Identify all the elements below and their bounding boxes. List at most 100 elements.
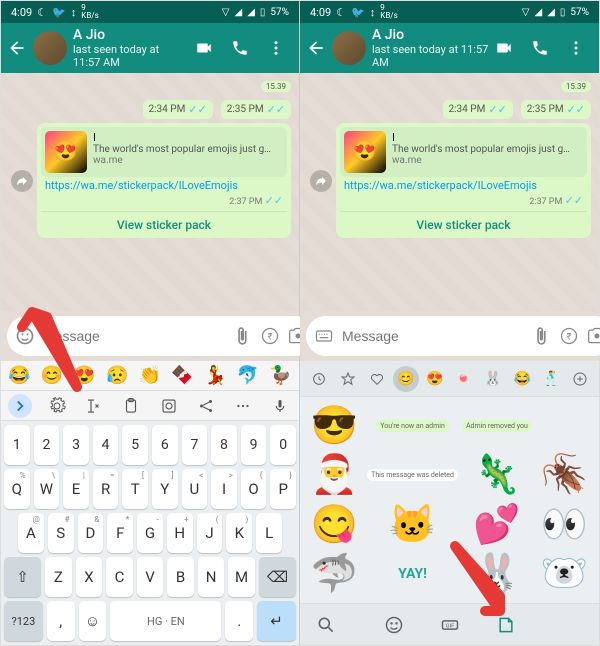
key-z[interactable]: Z [45,557,72,597]
comma-key[interactable]: , [47,601,75,641]
key-p[interactable]: P} [270,469,296,509]
add-pack-tab[interactable] [567,366,593,392]
message-link[interactable]: https://wa.me/stickerpack/ILoveEmojis [41,177,287,194]
keyboard-icon[interactable] [314,326,334,346]
rupee-icon[interactable]: ₹ [260,326,280,346]
key-y[interactable]: Y] [152,469,178,509]
more-icon[interactable] [267,39,285,57]
sticker-pack-tab[interactable]: 🍬 [451,366,477,392]
key-l[interactable]: L [256,513,282,553]
message-bubble[interactable]: I The world's most popular emojis just g… [37,123,291,238]
key-i[interactable]: I> [211,469,237,509]
sticker-item[interactable]: 💕 [462,502,532,548]
key-c[interactable]: C [106,557,133,597]
attach-icon[interactable] [531,326,551,346]
key-x[interactable]: X [76,557,103,597]
sticker-pack-tab[interactable]: 😊 [393,366,419,392]
sticker-item[interactable]: This message was deleted [367,453,458,499]
share-icon[interactable] [194,394,218,418]
gear-icon[interactable] [45,394,69,418]
sticker-item[interactable]: YAY! [367,552,458,598]
phone-icon[interactable] [231,39,249,57]
emoji-tab[interactable] [380,611,408,639]
key-b[interactable]: B [167,557,194,597]
sticker-item[interactable]: 🎅 [306,453,363,499]
key-8[interactable]: 8 [211,425,237,465]
emoji-suggest[interactable]: 💃 [204,365,226,386]
avatar[interactable] [33,31,67,65]
key-9[interactable]: 9 [241,425,267,465]
key-4[interactable]: 4 [93,425,119,465]
backspace-key[interactable]: ⌫ [259,557,296,597]
mic-icon[interactable] [268,394,292,418]
text-select-icon[interactable] [82,394,106,418]
key-u[interactable]: U< [182,469,208,509]
message-input[interactable] [342,328,523,344]
keyboard-more-icon[interactable] [231,394,255,418]
sticker-pack-tab[interactable]: 🐰 [480,366,506,392]
rupee-icon[interactable]: ₹ [559,326,579,346]
view-sticker-pack[interactable]: View sticker pack [340,211,587,234]
sticker-item[interactable]: Admin removed you [462,403,532,449]
key-g[interactable]: G- [137,513,163,553]
gif-tab[interactable]: GIF [436,611,464,639]
key-t[interactable]: T[ [122,469,148,509]
chat-area[interactable]: 15.39 2:34 PM✓✓ 2:35 PM✓✓ I The world's … [300,73,599,311]
favorites-tab[interactable] [335,366,361,392]
recent-tab[interactable] [306,366,332,392]
sticker-pack-tab[interactable]: 🕺 [538,366,564,392]
key-n[interactable]: N [198,557,225,597]
emoji-suggest[interactable]: 🍫 [171,365,193,386]
phone-icon[interactable] [531,39,549,57]
sticker-pack-tab[interactable]: 😍 [422,366,448,392]
sticker-item[interactable]: 🪳 [536,453,593,499]
shift-key[interactable]: ⇧ [4,557,41,597]
key-a[interactable]: A@ [18,513,44,553]
symbols-key[interactable]: ?123 [4,601,43,641]
video-icon[interactable] [195,39,213,57]
chat-area[interactable]: 15.39 2:34 PM✓✓ 2:35 PM✓✓ I The world's … [1,73,299,311]
key-h[interactable]: H+ [167,513,193,553]
contact-info[interactable]: A Jio last seen today at 11:57 AM [73,27,189,69]
sticker-item[interactable]: 🐱 [367,502,458,548]
love-tab[interactable] [364,366,390,392]
key-0[interactable]: 0 [270,425,296,465]
key-j[interactable]: J( [197,513,223,553]
sticker-item[interactable]: 😎 [306,403,363,449]
message-input[interactable] [43,328,224,344]
key-q[interactable]: Q% [4,469,30,509]
sticker-item[interactable]: 🦈 [306,552,363,598]
theme-icon[interactable] [157,394,181,418]
clipboard-icon[interactable] [119,394,143,418]
message-link[interactable]: https://wa.me/stickerpack/ILoveEmojis [340,177,587,194]
emoji-suggest[interactable]: 😂 [8,365,30,386]
sticker-item[interactable]: 🐰 [462,552,532,598]
forward-icon[interactable] [310,170,332,192]
contact-info[interactable]: A Jio last seen today at 11:57 AM [372,27,489,69]
link-preview[interactable]: I The world's most popular emojis just g… [41,127,287,177]
key-r[interactable]: R= [93,469,119,509]
video-icon[interactable] [495,39,513,57]
view-sticker-pack[interactable]: View sticker pack [41,211,287,234]
more-icon[interactable] [567,39,585,57]
space-key[interactable]: HG · EN [110,601,221,641]
key-2[interactable]: 2 [34,425,60,465]
emoji-icon[interactable] [15,326,35,346]
sticker-item[interactable]: 🐻‍❄️ [536,552,593,598]
sticker-item[interactable] [536,403,593,449]
search-stickers[interactable] [312,611,340,639]
message-bubble[interactable]: I The world's most popular emojis just g… [336,123,591,238]
emoji-suggest[interactable]: 🦆 [269,365,291,386]
chevron-right-icon[interactable] [8,394,32,418]
enter-key[interactable]: ↵ [257,601,296,641]
key-6[interactable]: 6 [152,425,178,465]
sticker-tab[interactable] [492,611,520,639]
key-w[interactable]: W\ [34,469,60,509]
key-v[interactable]: V [137,557,164,597]
key-1[interactable]: 1 [4,425,30,465]
key-f[interactable]: F* [107,513,133,553]
camera-icon[interactable] [587,326,600,346]
key-7[interactable]: 7 [182,425,208,465]
emoji-suggest[interactable]: 😥 [106,365,128,386]
emoji-suggest[interactable]: 😍 [73,365,95,386]
